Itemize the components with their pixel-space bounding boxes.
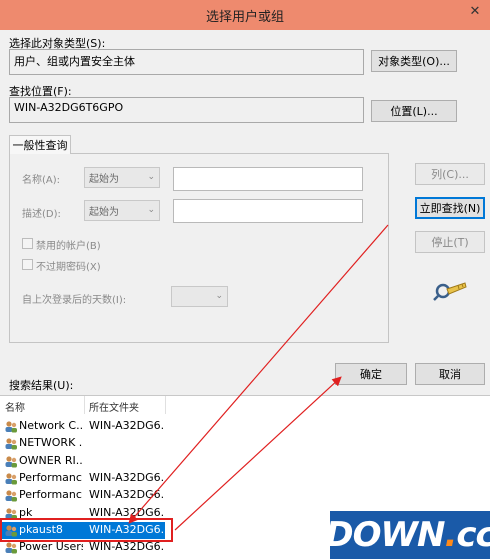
- result-folder: WIN-A32DG6...: [89, 488, 163, 502]
- name-label: 名称(A):: [22, 175, 61, 186]
- watermark-main: DOWN: [325, 515, 445, 555]
- list-item[interactable]: Performanc... WIN-A32DG6...: [0, 487, 165, 504]
- days-since-login-label: 自上次登录后的天数(I):: [22, 295, 127, 306]
- column-header-folder[interactable]: 所在文件夹: [89, 399, 139, 414]
- non-expiring-password-label: 不过期密码(X): [36, 262, 101, 273]
- column-header-name[interactable]: 名称: [5, 399, 25, 414]
- list-item[interactable]: Network C... WIN-A32DG6...: [0, 418, 165, 435]
- user-group-icon: [5, 421, 17, 433]
- result-name: Power Users: [19, 540, 83, 554]
- list-item[interactable]: OWNER RI...: [0, 453, 165, 470]
- list-item[interactable]: Performanc... WIN-A32DG6...: [0, 470, 165, 487]
- ok-button[interactable]: 确定: [335, 363, 407, 385]
- result-name: OWNER RI...: [19, 453, 83, 467]
- description-mode-value: 起始为: [89, 207, 119, 218]
- cancel-button[interactable]: 取消: [415, 363, 485, 385]
- description-mode-select[interactable]: 起始为 ⌄: [84, 200, 160, 221]
- description-label: 描述(D):: [22, 209, 61, 220]
- search-key-icon: [433, 282, 467, 301]
- list-item[interactable]: NETWORK ...: [0, 435, 165, 452]
- name-input[interactable]: [173, 167, 363, 191]
- window-title: 选择用户或组: [205, 9, 284, 25]
- user-group-icon: [5, 455, 17, 468]
- column-divider[interactable]: [165, 396, 166, 414]
- name-mode-value: 起始为: [89, 174, 119, 185]
- location-field: WIN-A32DG6T6GPO: [9, 97, 364, 123]
- tab-general-query[interactable]: 一般性查询: [9, 135, 71, 154]
- result-name: Performanc...: [19, 470, 83, 484]
- annotation-highlight-box: [0, 518, 173, 542]
- watermark-logo: DOWN.cc: [325, 511, 490, 559]
- watermark-dot: .: [444, 515, 457, 555]
- chevron-down-icon: ⌄: [147, 172, 155, 182]
- days-since-login-select[interactable]: ⌄: [171, 286, 228, 307]
- close-icon[interactable]: ✕: [460, 0, 490, 22]
- object-types-button[interactable]: 对象类型(O)...: [371, 50, 457, 72]
- result-folder: WIN-A32DG6...: [89, 540, 163, 554]
- search-results-label: 搜索结果(U):: [9, 379, 74, 392]
- result-name: Performanc...: [19, 488, 83, 502]
- result-name: pk: [19, 505, 33, 519]
- user-group-icon: [5, 473, 17, 485]
- chevron-down-icon: ⌄: [215, 291, 223, 301]
- chevron-down-icon: ⌄: [147, 205, 155, 215]
- result-folder: WIN-A32DG6...: [89, 505, 163, 519]
- stop-button[interactable]: 停止(T): [415, 231, 485, 253]
- result-folder: WIN-A32DG6...: [89, 470, 163, 484]
- locations-button[interactable]: 位置(L)...: [371, 100, 457, 122]
- title-bar: 选择用户或组 ✕: [0, 0, 490, 30]
- column-divider[interactable]: [84, 396, 85, 414]
- result-folder: WIN-A32DG6...: [89, 419, 163, 432]
- watermark-suffix: cc: [456, 515, 490, 555]
- user-group-icon: [5, 490, 17, 502]
- description-input[interactable]: [173, 199, 363, 223]
- result-name: NETWORK ...: [19, 436, 83, 450]
- disabled-accounts-checkbox[interactable]: [22, 238, 33, 249]
- user-group-icon: [5, 438, 17, 450]
- disabled-accounts-label: 禁用的帐户(B): [36, 241, 101, 252]
- find-now-button[interactable]: 立即查找(N): [415, 197, 485, 219]
- name-mode-select[interactable]: 起始为 ⌄: [84, 167, 160, 188]
- columns-button[interactable]: 列(C)...: [415, 163, 485, 185]
- result-name: Network C...: [19, 419, 83, 432]
- non-expiring-password-checkbox[interactable]: [22, 259, 33, 270]
- object-type-field: 用户、组或内置安全主体: [9, 49, 364, 75]
- user-group-icon: [5, 542, 17, 554]
